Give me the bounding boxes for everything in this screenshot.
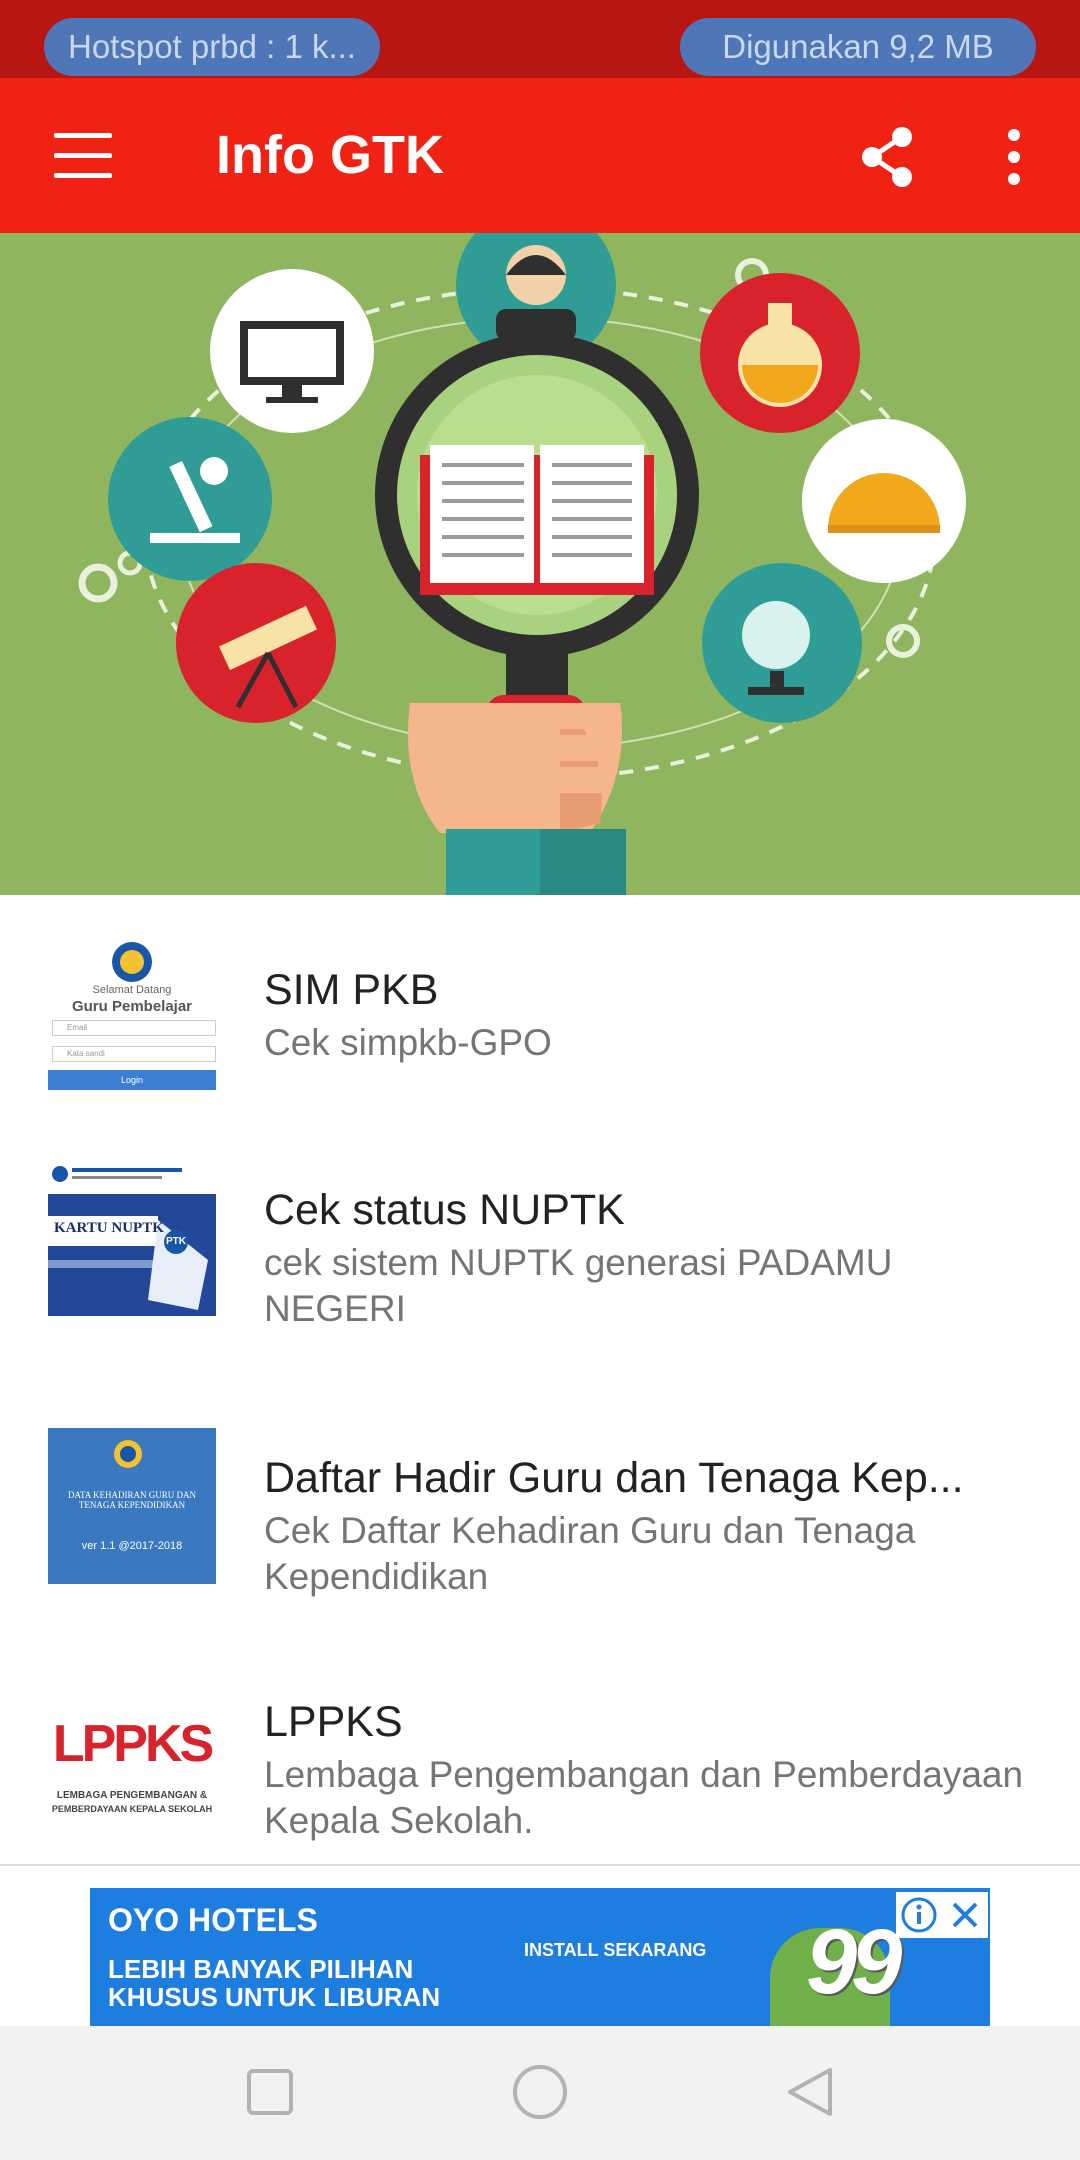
thumb-badge: PTK xyxy=(166,1236,186,1247)
list-item-title: Daftar Hadir Guru dan Tenaga Kep... xyxy=(264,1454,964,1502)
thumb-heading: Guru Pembelajar xyxy=(71,998,193,1015)
thumb-login-button: Login xyxy=(48,1070,216,1090)
hamburger-menu-icon[interactable] xyxy=(54,133,114,179)
thumb-heading: KARTU NUPTK xyxy=(54,1220,164,1236)
data-usage-indicator[interactable]: Digunakan 9,2 MB xyxy=(680,18,1036,76)
ad-line-2: KHUSUS UNTUK LIBURAN xyxy=(108,1982,441,2012)
more-vert-icon[interactable] xyxy=(994,125,1034,189)
hotspot-indicator[interactable]: Hotspot prbd : 1 k... xyxy=(44,18,380,76)
info-icon[interactable] xyxy=(896,1892,942,1938)
ad-price: 99 xyxy=(806,1911,902,2013)
triangle-back-icon[interactable] xyxy=(780,2062,840,2122)
ad-install-button[interactable]: INSTALL SEKARANG xyxy=(524,1940,706,1961)
ad-line-1: LEBIH BANYAK PILIHAN xyxy=(108,1954,414,1984)
square-recents-icon[interactable] xyxy=(240,2062,300,2122)
header-banner-image xyxy=(0,233,1080,895)
protractor-icon xyxy=(802,419,966,583)
system-nav-bar xyxy=(0,2026,1080,2160)
list-item-cek-status-nuptk[interactable]: KARTU NUPTK PTK Cek status NUPTK cek sis… xyxy=(0,1136,1080,1376)
divider xyxy=(0,1864,1080,1866)
list-item-description: Lembaga Pengembangan dan Pemberdayaan Ke… xyxy=(264,1754,1024,1841)
list-item-lppks[interactable]: LPPKS LEMBAGA PENGEMBANGAN & PEMBERDAYAA… xyxy=(0,1624,1080,1864)
ad-banner[interactable]: OYO HOTELS LEBIH BANYAK PILIHAN KHUSUS U… xyxy=(90,1888,990,2026)
book-icon xyxy=(420,445,654,595)
thumb-caption-1: LEMBAGA PENGEMBANGAN & xyxy=(56,1790,208,1801)
circle-home-icon[interactable] xyxy=(510,2062,570,2122)
list-item-title: SIM PKB xyxy=(264,966,439,1014)
list-item-daftar-hadir[interactable]: DATA KEHADIRAN GURU DAN TENAGA KEPENDIDI… xyxy=(0,1380,1080,1620)
share-icon[interactable] xyxy=(856,125,920,189)
list-item-description: cek sistem NUPTK generasi PADAMU NEGERI xyxy=(264,1242,893,1329)
ad-brand: OYO HOTELS xyxy=(108,1902,318,1938)
thumb-version: ver 1.1 @2017-2018 xyxy=(81,1540,183,1552)
thumb-text: DATA KEHADIRAN GURU DAN TENAGA KEPENDIDI… xyxy=(67,1490,197,1510)
list-item-description: Cek simpkb-GPO xyxy=(264,1022,552,1063)
list-item-title: LPPKS xyxy=(264,1698,403,1746)
thumb-email-field: Email xyxy=(52,1020,216,1036)
thumb-welcome-text: Selamat Datang xyxy=(92,984,172,996)
list-item-title: Cek status NUPTK xyxy=(264,1186,625,1234)
status-bar: Hotspot prbd : 1 k... Digunakan 9,2 MB xyxy=(0,0,1080,78)
thumb-password-field: Kata sandi xyxy=(52,1046,216,1062)
globe-icon xyxy=(702,563,862,723)
telescope-icon xyxy=(176,563,336,723)
lppks-logo: LPPKS xyxy=(52,1715,214,1773)
flask-icon xyxy=(700,273,860,433)
nuptk-thumbnail: KARTU NUPTK PTK xyxy=(48,1160,216,1316)
list-item-sim-pkb[interactable]: Selamat Datang Guru Pembelajar Email Kat… xyxy=(0,896,1080,1136)
list-item-description: Cek Daftar Kehadiran Guru dan Tenaga Kep… xyxy=(264,1510,916,1597)
daftar-hadir-thumbnail: DATA KEHADIRAN GURU DAN TENAGA KEPENDIDI… xyxy=(48,1428,216,1584)
sim-pkb-thumbnail: Selamat Datang Guru Pembelajar Email Kat… xyxy=(48,940,216,1096)
lppks-thumbnail: LPPKS LEMBAGA PENGEMBANGAN & PEMBERDAYAA… xyxy=(48,1672,216,1828)
app-bar: Info GTK xyxy=(0,78,1080,233)
thumb-caption-2: PEMBERDAYAAN KEPALA SEKOLAH xyxy=(51,1804,213,1814)
app-title: Info GTK xyxy=(216,125,444,185)
microscope-icon xyxy=(108,417,272,581)
close-icon[interactable] xyxy=(942,1892,988,1938)
monitor-icon xyxy=(210,269,374,433)
